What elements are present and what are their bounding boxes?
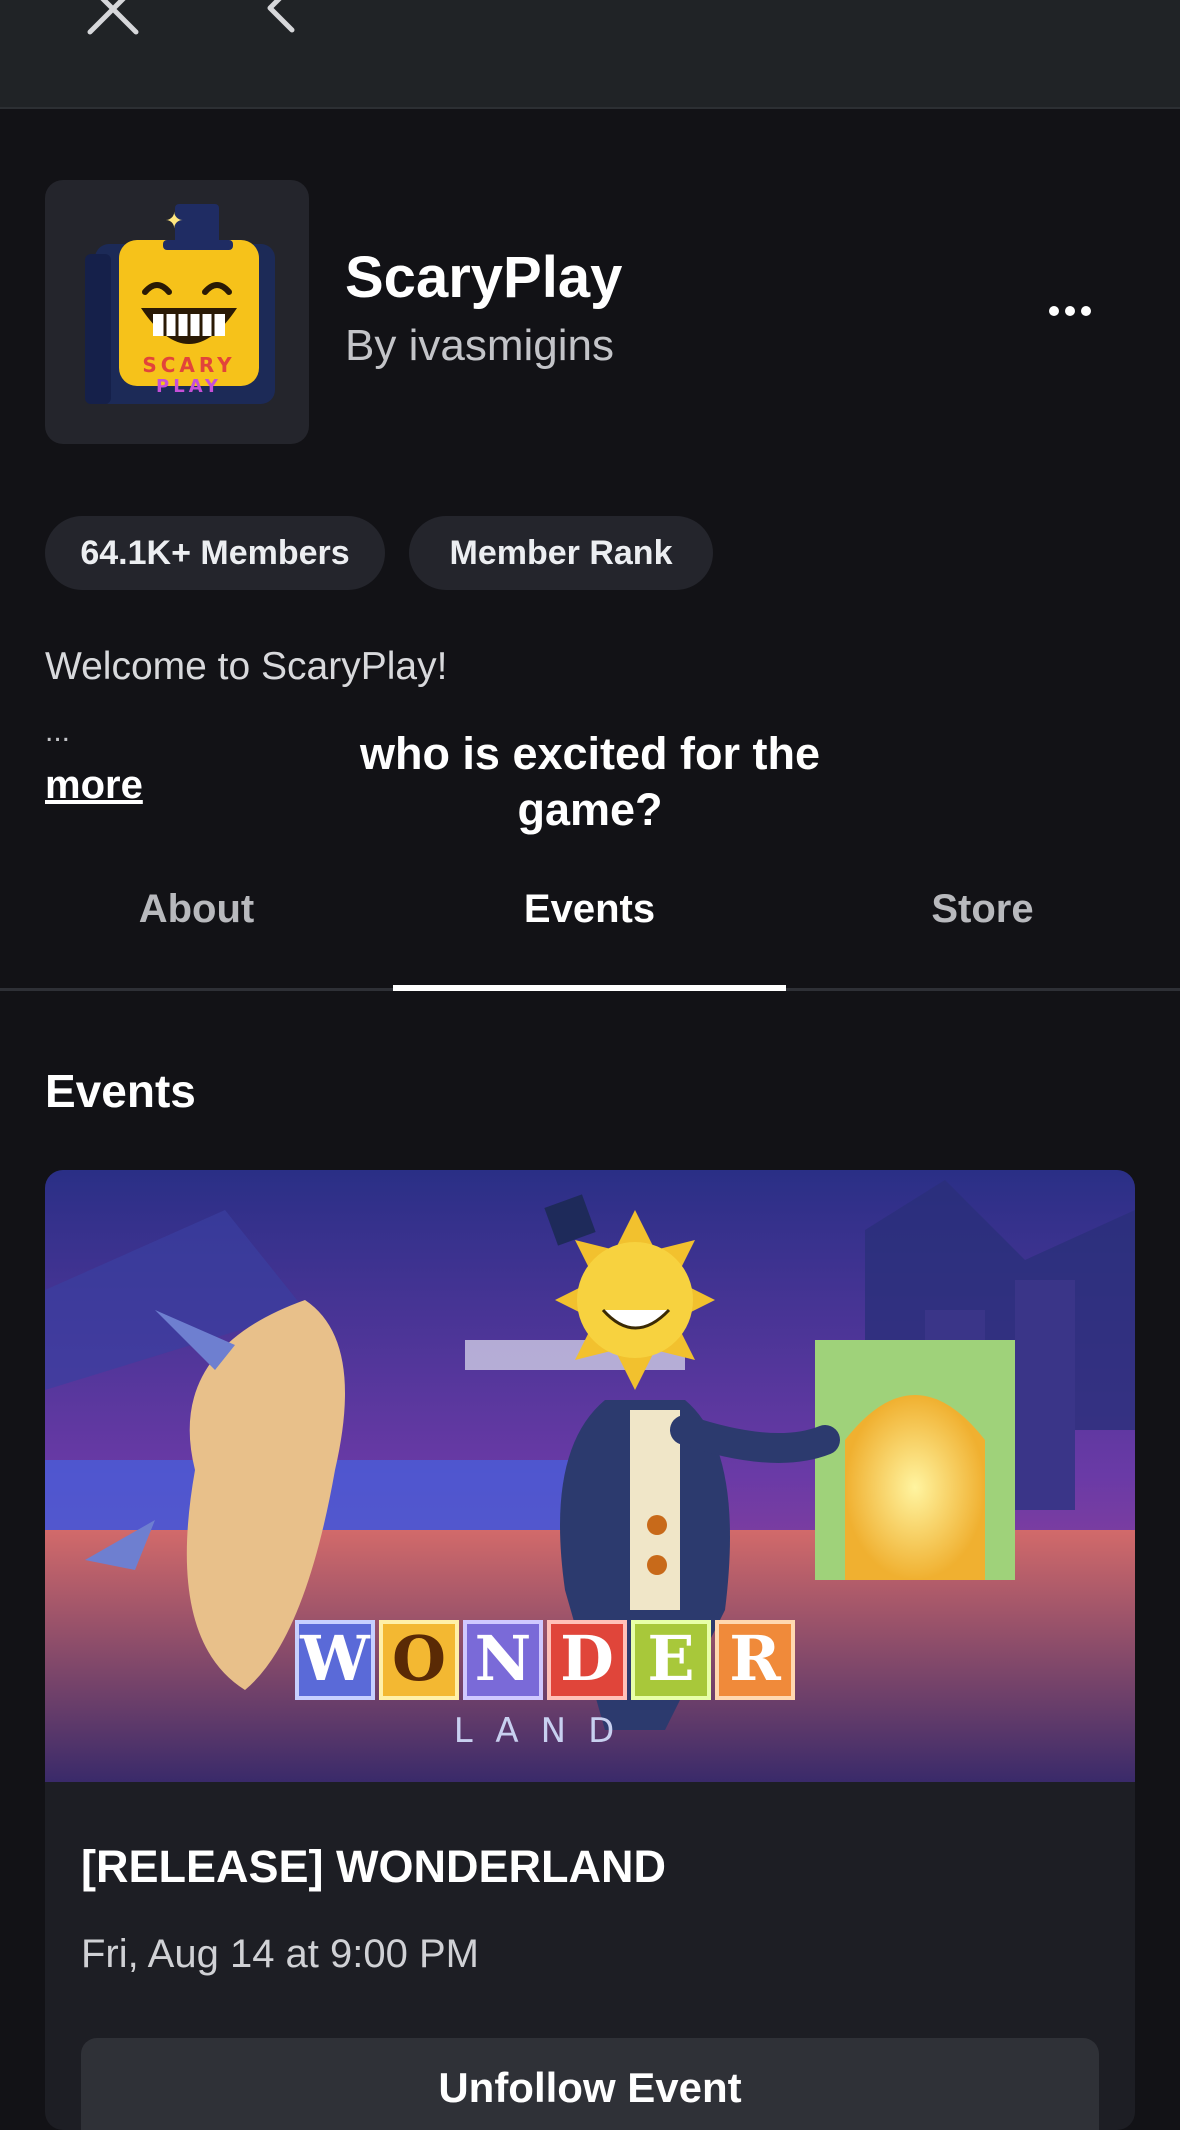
tab-bar: About Events Store — [0, 872, 1180, 991]
top-navigation-bar — [0, 0, 1180, 109]
svg-text:✦: ✦ — [165, 209, 183, 234]
tab-events-label: Events — [523, 887, 656, 931]
more-horizontal-icon — [1049, 306, 1091, 316]
description-ellipsis: ... — [45, 715, 71, 748]
event-date: Fri, Aug 14 at 9:00 PM — [81, 1932, 479, 1976]
more-options-button[interactable] — [1046, 296, 1096, 326]
event-card[interactable]: W O N D E R LAND [RELEASE] WONDERLAND Fr… — [45, 1170, 1135, 2130]
tab-about[interactable]: About — [0, 872, 393, 988]
group-owner[interactable]: By ivasmigins — [345, 318, 614, 374]
tab-store[interactable]: Store — [786, 872, 1179, 988]
svg-text:PLAY: PLAY — [156, 376, 222, 397]
svg-text:W: W — [299, 1622, 371, 1695]
group-description: Welcome to ScaryPlay! — [45, 645, 448, 688]
active-tab-indicator — [393, 985, 786, 991]
svg-text:R: R — [729, 1622, 781, 1695]
back-button[interactable] — [258, 0, 308, 42]
event-banner-image: W O N D E R LAND — [45, 1170, 1135, 1782]
group-name: ScaryPlay — [345, 245, 623, 310]
chevron-left-icon — [267, 0, 295, 33]
unfollow-event-button[interactable]: Unfollow Event — [81, 2038, 1099, 2130]
svg-text:D: D — [560, 1622, 614, 1695]
event-title: [RELEASE] WONDERLAND — [81, 1841, 666, 1892]
svg-text:E: E — [647, 1622, 694, 1695]
description-more-link[interactable]: more — [45, 759, 143, 811]
tab-events[interactable]: Events — [393, 872, 786, 991]
close-icon — [87, 0, 139, 35]
member-rank-chip[interactable]: Member Rank — [409, 516, 713, 590]
svg-text:O: O — [392, 1622, 446, 1695]
close-button[interactable] — [82, 0, 146, 42]
members-chip[interactable]: 64.1K+ Members — [45, 516, 385, 590]
group-icon: ✦ SCARY PLAY — [45, 180, 309, 444]
svg-text:SCARY: SCARY — [142, 353, 235, 377]
svg-text:LAND: LAND — [454, 1711, 637, 1751]
overlay-caption: who is excited for the game? — [359, 728, 821, 835]
svg-text:N: N — [475, 1622, 532, 1695]
events-section-title: Events — [45, 1065, 196, 1117]
